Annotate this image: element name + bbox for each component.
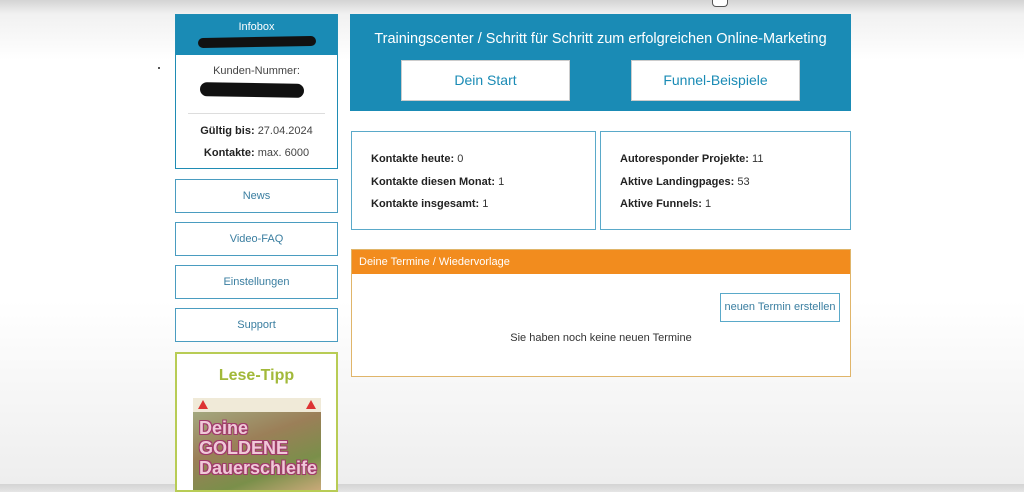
stat-funnels: Aktive Funnels: 1 — [620, 198, 711, 210]
gueltig-value: 27.04.2024 — [257, 125, 313, 137]
stat-label: Aktive Landingpages: — [620, 176, 735, 188]
stat-label: Kontakte insgesamt: — [371, 198, 480, 210]
sidebar-item-support[interactable]: Support — [175, 308, 338, 342]
book-title-line: Dauerschleife — [199, 458, 318, 478]
kunden-nummer-label: Kunden-Nummer: — [213, 65, 300, 77]
kontakte-label: Kontakte: — [203, 147, 255, 159]
dein-start-button[interactable]: Dein Start — [401, 60, 570, 101]
hexagon-icon — [712, 0, 728, 7]
stat-value: 1 — [482, 198, 489, 210]
banner-title: Trainingscenter / Schritt für Schritt zu… — [374, 31, 827, 47]
trainingscenter-banner: Trainingscenter / Schritt für Schritt zu… — [350, 14, 851, 111]
kontakte-limit: Kontakte: max. 6000 — [176, 147, 337, 159]
lese-tipp-box: Lese-Tipp Deine GOLDENE Dauerschleife — [175, 352, 338, 492]
stat-label: Aktive Funnels: — [620, 198, 702, 210]
stat-kontakte-monat: Kontakte diesen Monat: 1 — [371, 176, 504, 188]
book-banner — [193, 398, 321, 412]
stat-value: 1 — [498, 176, 505, 188]
infobox-header: Infobox — [176, 15, 337, 55]
stat-kontakte-insgesamt: Kontakte insgesamt: 1 — [371, 198, 488, 210]
stat-value: 53 — [737, 176, 750, 188]
stat-label: Kontakte diesen Monat: — [371, 176, 496, 188]
stat-kontakte-heute: Kontakte heute: 0 — [371, 153, 463, 165]
book-title-line: Deine — [199, 418, 249, 438]
gueltig-label: Gültig bis: — [200, 125, 255, 137]
warning-icon — [198, 400, 208, 409]
stat-value: 1 — [704, 198, 712, 210]
funnel-beispiele-button[interactable]: Funnel-Beispiele — [631, 60, 800, 101]
redacted-kunden-nummer — [199, 82, 305, 98]
kontakte-stats-panel: Kontakte heute: 0 Kontakte diesen Monat:… — [351, 131, 596, 230]
projekte-stats-panel: Autoresponder Projekte: 11 Aktive Landin… — [600, 131, 851, 230]
divider — [188, 113, 325, 114]
sidebar-item-news[interactable]: News — [175, 179, 338, 213]
book-cover-image[interactable]: Deine GOLDENE Dauerschleife — [193, 398, 321, 490]
infobox-title: Infobox — [238, 21, 275, 33]
infobox: Infobox Kunden-Nummer: Gültig bis: 27.04… — [175, 14, 338, 169]
sidebar-item-einstellungen[interactable]: Einstellungen — [175, 265, 338, 299]
termine-panel: Deine Termine / Wiedervorlage neuen Term… — [351, 249, 851, 377]
stray-dot — [158, 67, 160, 69]
stat-landingpages: Aktive Landingpages: 53 — [620, 176, 750, 188]
lese-tipp-title: Lese-Tipp — [218, 367, 295, 384]
gueltig-bis: Gültig bis: 27.04.2024 — [176, 125, 337, 137]
book-title-line: GOLDENE — [199, 438, 289, 458]
termine-header: Deine Termine / Wiedervorlage — [352, 250, 850, 274]
stat-value: 0 — [457, 153, 464, 165]
book-title: Deine GOLDENE Dauerschleife — [193, 412, 321, 478]
stat-label: Kontakte heute: — [371, 153, 455, 165]
warning-icon — [306, 400, 316, 409]
stat-value: 11 — [752, 153, 764, 165]
kontakte-value: max. 6000 — [257, 147, 310, 159]
neuen-termin-button[interactable]: neuen Termin erstellen — [720, 293, 840, 322]
stat-autoresponder: Autoresponder Projekte: 11 — [620, 153, 763, 165]
stat-label: Autoresponder Projekte: — [620, 153, 749, 165]
redacted-name — [197, 35, 317, 49]
sidebar-item-video-faq[interactable]: Video-FAQ — [175, 222, 338, 256]
termine-empty-message: Sie haben noch keine neuen Termine — [510, 332, 692, 344]
